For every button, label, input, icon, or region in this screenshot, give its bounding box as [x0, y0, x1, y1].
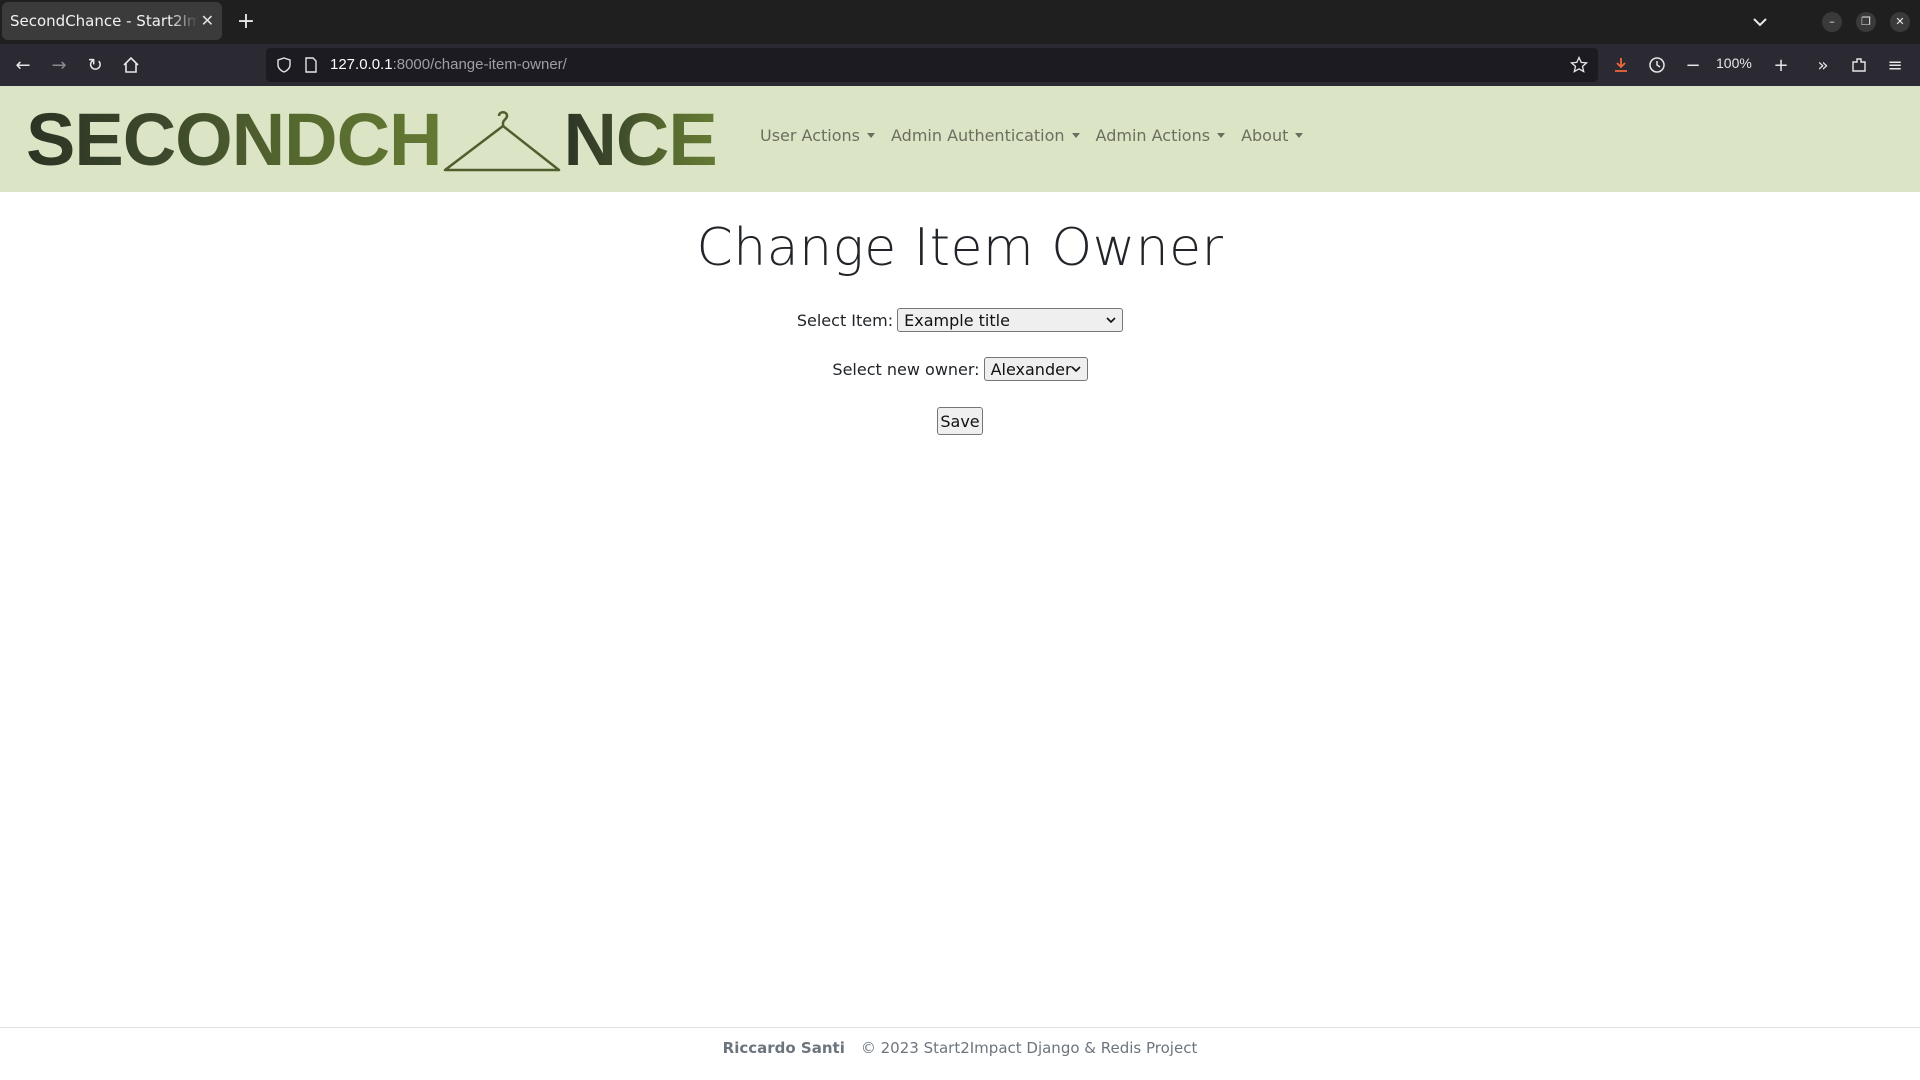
back-icon[interactable]: ←: [10, 52, 36, 78]
owner-row: Select new owner: Alexander: [0, 357, 1920, 381]
bookmark-star-icon[interactable]: [1570, 56, 1588, 74]
downloads-icon[interactable]: [1608, 52, 1634, 78]
browser-tab[interactable]: SecondChance - Start2Impact ✕: [2, 2, 222, 40]
owner-select[interactable]: Alexander: [983, 357, 1088, 381]
browser-tab-bar: SecondChance - Start2Impact ✕ + – ❐ ✕: [0, 0, 1920, 44]
footer-divider: [0, 1027, 1920, 1028]
chevron-down-icon: [1106, 317, 1116, 324]
list-tabs-icon[interactable]: [1748, 10, 1772, 34]
zoom-in-icon[interactable]: +: [1768, 52, 1794, 78]
zoom-level[interactable]: 100%: [1716, 55, 1752, 71]
page-title: Change Item Owner: [696, 218, 1224, 278]
menu-about[interactable]: About: [1233, 126, 1311, 145]
chevron-down-icon: [1071, 366, 1081, 373]
reload-icon[interactable]: ↻: [82, 52, 108, 78]
owner-label: Select new owner:: [832, 359, 980, 379]
hanger-icon: [444, 111, 561, 172]
site-logo[interactable]: SECONDCH NCE: [26, 100, 718, 180]
history-icon[interactable]: [1644, 52, 1670, 78]
site-footer: Riccardo Santi © 2023 Start2Impact Djang…: [0, 1039, 1920, 1057]
zoom-out-icon[interactable]: −: [1680, 52, 1706, 78]
forward-icon[interactable]: →: [46, 52, 72, 78]
caret-down-icon: [867, 133, 875, 138]
url-text: 127.0.0.1:8000/change-item-owner/: [330, 56, 567, 73]
caret-down-icon: [1217, 133, 1226, 138]
overflow-icon[interactable]: »: [1810, 52, 1836, 78]
site-header: SECONDCH NCE User Actions Admin Authenti…: [0, 86, 1920, 192]
main-menu: User Actions Admin Authentication Admin …: [752, 126, 1311, 145]
window-close-icon[interactable]: ✕: [1890, 12, 1910, 32]
new-tab-icon[interactable]: +: [232, 8, 260, 36]
extensions-icon[interactable]: [1846, 52, 1872, 78]
menu-admin-authentication[interactable]: Admin Authentication: [883, 126, 1088, 145]
footer-author: Riccardo Santi: [722, 1039, 845, 1057]
shield-icon[interactable]: [276, 57, 292, 73]
tab-close-icon[interactable]: ✕: [201, 13, 214, 29]
menu-admin-actions[interactable]: Admin Actions: [1088, 126, 1234, 145]
app-menu-icon[interactable]: ≡: [1882, 52, 1908, 78]
caret-down-icon: [1295, 133, 1304, 138]
save-button[interactable]: Save: [937, 407, 983, 435]
item-label: Select Item:: [796, 310, 894, 330]
item-select[interactable]: Example title: [897, 308, 1124, 332]
restore-icon[interactable]: ❐: [1856, 12, 1876, 32]
menu-user-actions[interactable]: User Actions: [752, 126, 883, 145]
address-bar[interactable]: 127.0.0.1:8000/change-item-owner/: [266, 48, 1598, 82]
minimize-icon[interactable]: –: [1822, 12, 1842, 32]
footer-copyright: © 2023 Start2Impact Django & Redis Proje…: [860, 1039, 1198, 1057]
home-icon[interactable]: [118, 52, 144, 78]
caret-down-icon: [1071, 133, 1080, 138]
tab-title: SecondChance - Start2Impact: [10, 12, 198, 30]
item-row: Select Item: Example title: [0, 308, 1920, 332]
browser-nav-bar: ← → ↻ 127.0.0.1:8000/change-item-owner/ …: [0, 44, 1920, 86]
page-icon: [305, 57, 317, 73]
